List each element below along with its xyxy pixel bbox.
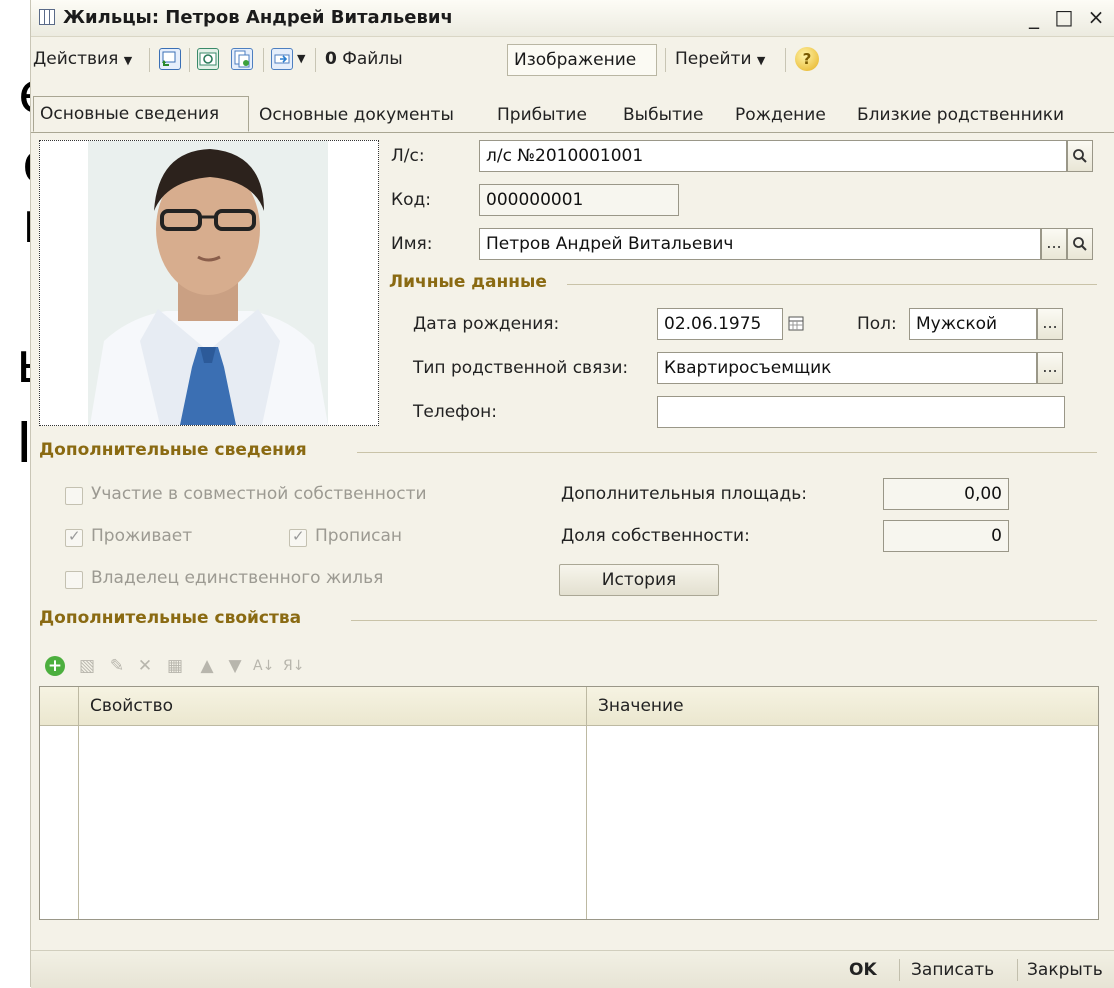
footer-separator	[1017, 959, 1018, 981]
dropdown-arrow-icon: ▼	[756, 54, 766, 67]
sole-owner-checkbox[interactable]	[65, 571, 83, 589]
gender-label: Пол:	[857, 314, 897, 334]
toolbar: Действия ▼ ▼ 0 Файлы Изображение Перейти…	[31, 40, 1114, 80]
tab-bar: Основные сведения Основные документы При…	[31, 96, 1114, 133]
toolbar-separator	[189, 48, 190, 72]
joint-ownership-label: Участие в совместной собственности	[91, 484, 427, 504]
toolbar-separator	[149, 48, 150, 72]
registered-label: Прописан	[315, 526, 403, 546]
tab-main-documents[interactable]: Основные документы	[259, 100, 454, 130]
account-field[interactable]: л/с №2010001001	[479, 140, 1067, 172]
sort-ascending-icon[interactable]: А↓	[253, 656, 274, 676]
maximize-button[interactable]: □	[1051, 4, 1077, 30]
portrait-image	[40, 141, 378, 425]
code-label: Код:	[391, 190, 431, 210]
goto-menu[interactable]: Перейти ▼	[675, 45, 765, 73]
form-footer: OK Записать Закрыть	[31, 950, 1114, 988]
ownership-share-field[interactable]: 0	[883, 520, 1009, 552]
sole-owner-label: Владелец единственного жилья	[91, 568, 384, 588]
window-title: Жильцы: Петров Андрей Витальевич	[63, 7, 453, 28]
move-up-icon[interactable]: ▲	[197, 656, 217, 676]
additional-properties-section-title: Дополнительные свойства	[39, 608, 302, 628]
help-icon[interactable]: ?	[795, 47, 819, 71]
tab-main-info[interactable]: Основные сведения	[33, 96, 249, 132]
ok-button[interactable]: OK	[849, 957, 877, 983]
joint-ownership-checkbox[interactable]	[65, 487, 83, 505]
tab-birth[interactable]: Рождение	[735, 100, 826, 130]
toolbar-separator	[785, 48, 786, 72]
paperclip-icon: 0	[325, 49, 337, 69]
extra-area-field[interactable]: 0,00	[883, 478, 1009, 510]
birth-date-field[interactable]: 02.06.1975	[657, 308, 783, 340]
print-dropdown-arrow-icon[interactable]: ▼	[297, 45, 305, 73]
save-button[interactable]: Записать	[911, 957, 994, 983]
table-divider	[78, 687, 79, 919]
tab-close-relatives[interactable]: Близкие родственники	[857, 100, 1064, 130]
name-field[interactable]: Петров Андрей Витальевич	[479, 228, 1041, 260]
name-search-icon[interactable]	[1067, 228, 1093, 260]
column-header-property[interactable]: Свойство	[80, 687, 588, 725]
print-menu-icon[interactable]	[271, 48, 293, 70]
gender-select-button[interactable]: ...	[1037, 308, 1063, 340]
registered-checkbox[interactable]	[289, 527, 307, 547]
history-button[interactable]: История	[559, 564, 719, 596]
code-field[interactable]: 000000001	[479, 184, 679, 216]
phone-label: Телефон:	[413, 402, 497, 422]
copy-row-icon[interactable]: ▧	[77, 656, 97, 676]
calendar-icon[interactable]	[783, 308, 809, 340]
gender-field[interactable]: Мужской	[909, 308, 1037, 340]
close-window-button[interactable]: ×	[1083, 4, 1109, 30]
relation-type-field[interactable]: Квартиросъемщик	[657, 352, 1037, 384]
goto-label: Перейти	[675, 49, 752, 69]
table-divider	[586, 687, 587, 919]
files-label: Файлы	[342, 49, 403, 69]
additional-info-section-title: Дополнительные сведения	[39, 440, 307, 460]
title-bar: Жильцы: Петров Андрей Витальевич _ □ ×	[31, 0, 1114, 37]
sort-descending-icon[interactable]: Я↓	[283, 656, 304, 676]
tab-departure[interactable]: Выбытие	[623, 100, 703, 130]
resident-photo[interactable]	[39, 140, 379, 426]
image-button[interactable]: Изображение	[507, 44, 657, 76]
minimize-button[interactable]: _	[1021, 4, 1047, 30]
dropdown-arrow-icon: ▼	[123, 54, 133, 67]
extra-area-label: Дополнительныя площадь:	[561, 484, 807, 504]
toolbar-separator	[263, 48, 264, 72]
birth-date-label: Дата рождения:	[413, 314, 560, 334]
resident-form-window: Жильцы: Петров Андрей Витальевич _ □ × Д…	[30, 0, 1114, 988]
personal-data-section-title: Личные данные	[389, 272, 547, 292]
account-search-icon[interactable]	[1067, 140, 1093, 172]
section-divider	[567, 284, 1097, 285]
copy-document-icon[interactable]	[231, 48, 253, 70]
edit-row-icon[interactable]: ✎	[107, 656, 127, 676]
section-divider	[357, 452, 1097, 453]
toolbar-separator	[665, 48, 666, 72]
close-button[interactable]: Закрыть	[1027, 957, 1103, 983]
lives-checkbox[interactable]	[65, 527, 83, 547]
actions-label: Действия	[33, 49, 119, 69]
properties-table[interactable]: Свойство Значение	[39, 686, 1099, 920]
files-button[interactable]: 0 Файлы	[325, 45, 403, 73]
account-label: Л/с:	[391, 146, 425, 166]
end-edit-icon[interactable]: ▦	[165, 656, 185, 676]
section-divider	[351, 620, 1097, 621]
tab-arrival[interactable]: Прибытие	[497, 100, 587, 130]
ownership-share-label: Доля собственности:	[561, 526, 750, 546]
window-icon	[39, 9, 55, 25]
lives-label: Проживает	[91, 526, 193, 546]
name-label: Имя:	[391, 234, 433, 254]
refresh-icon[interactable]	[197, 48, 219, 70]
add-row-icon[interactable]: +	[45, 656, 65, 676]
column-header-value[interactable]: Значение	[588, 687, 1098, 725]
move-down-icon[interactable]: ▼	[225, 656, 245, 676]
phone-field[interactable]	[657, 396, 1065, 428]
relation-select-button[interactable]: ...	[1037, 352, 1063, 384]
actions-menu[interactable]: Действия ▼	[33, 45, 132, 73]
relation-type-label: Тип родственной связи:	[413, 358, 629, 378]
toolbar-separator	[315, 48, 316, 72]
select-from-list-icon[interactable]	[159, 48, 181, 70]
table-header: Свойство Значение	[40, 687, 1098, 726]
name-select-button[interactable]: ...	[1041, 228, 1067, 260]
delete-row-icon[interactable]: ✕	[135, 656, 155, 676]
footer-separator	[899, 959, 900, 981]
